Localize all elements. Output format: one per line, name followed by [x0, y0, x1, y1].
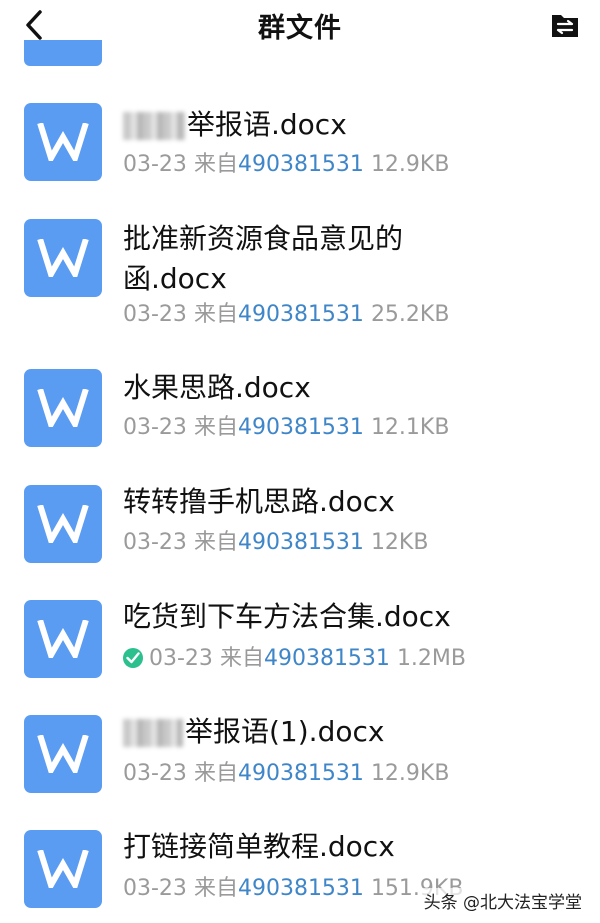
file-row[interactable]: 转转撸手机思路.docx 03-23 来自490381531 12KB — [0, 482, 600, 567]
uploader-link[interactable]: 490381531 — [238, 302, 364, 327]
file-name: 批准新资源食品意见的函.docx — [123, 222, 404, 295]
file-row[interactable]: 批准新资源食品意见的函.docx 03-23 来自490381531 25.2K… — [0, 216, 600, 334]
redacted-text — [123, 719, 183, 747]
file-name: 吃货到下车方法合集.docx — [123, 600, 451, 633]
file-date: 03-23 — [123, 761, 187, 786]
from-label: 来自 — [219, 646, 264, 671]
file-meta: 03-23 来自490381531 12KB — [123, 528, 428, 558]
file-date: 03-23 — [149, 646, 213, 671]
word-file-icon — [24, 369, 102, 447]
file-meta: 03-23 来自490381531 1.2MB — [123, 644, 466, 674]
uploader-link[interactable]: 490381531 — [238, 152, 364, 177]
word-file-icon — [24, 830, 102, 908]
word-file-icon — [24, 600, 102, 678]
from-label: 来自 — [193, 876, 238, 901]
file-meta: 03-23 来自490381531 12.9KB — [123, 759, 449, 789]
file-date: 03-23 — [123, 302, 187, 327]
file-size: 12.9KB — [370, 761, 450, 786]
word-file-icon — [24, 485, 102, 563]
watermark: 头条 @北大法宝学堂 — [419, 888, 586, 913]
file-size: 12KB — [370, 530, 429, 555]
file-size: 12.1KB — [370, 415, 450, 440]
file-meta: 03-23 来自490381531 25.2KB — [123, 300, 449, 330]
file-size: 1.2MB — [396, 646, 466, 671]
file-row[interactable]: 举报语.docx 03-23 来自490381531 12.9KB — [0, 100, 600, 185]
file-row[interactable]: 水果思路.docx 03-23 来自490381531 12.1KB — [0, 366, 600, 451]
file-meta: 03-23 来自490381531 151.9KB — [123, 874, 463, 904]
word-file-icon — [24, 103, 102, 181]
redacted-text — [123, 112, 185, 140]
file-size: 25.2KB — [370, 302, 450, 327]
uploader-link[interactable]: 490381531 — [238, 530, 364, 555]
from-label: 来自 — [193, 761, 238, 786]
uploader-link[interactable]: 490381531 — [238, 876, 364, 901]
uploader-link[interactable]: 490381531 — [264, 646, 390, 671]
file-date: 03-23 — [123, 876, 187, 901]
from-label: 来自 — [193, 152, 238, 177]
file-row[interactable]: 举报语(1).docx 03-23 来自490381531 12.9KB — [0, 712, 600, 797]
uploader-link[interactable]: 490381531 — [238, 415, 364, 440]
file-meta: 03-23 来自490381531 12.9KB — [123, 150, 449, 180]
from-label: 来自 — [193, 415, 238, 440]
file-row[interactable]: 吃货到下车方法合集.docx 03-23 来自490381531 1.2MB — [0, 597, 600, 682]
from-label: 来自 — [193, 530, 238, 555]
file-date: 03-23 — [123, 530, 187, 555]
file-date: 03-23 — [123, 152, 187, 177]
from-label: 来自 — [193, 302, 238, 327]
file-name: 举报语(1).docx — [123, 712, 563, 752]
downloaded-check-icon — [123, 648, 143, 668]
word-file-icon — [24, 715, 102, 793]
file-name: 举报语.docx — [123, 105, 563, 145]
file-size: 12.9KB — [370, 152, 450, 177]
file-name: 打链接简单教程.docx — [123, 830, 395, 863]
file-name: 水果思路.docx — [123, 371, 311, 404]
uploader-link[interactable]: 490381531 — [238, 761, 364, 786]
word-file-icon — [24, 219, 102, 297]
file-list: 举报语.docx 03-23 来自490381531 12.9KB 批准新资源食… — [0, 0, 600, 923]
file-name: 转转撸手机思路.docx — [123, 485, 395, 518]
file-meta: 03-23 来自490381531 12.1KB — [123, 413, 449, 443]
file-date: 03-23 — [123, 415, 187, 440]
